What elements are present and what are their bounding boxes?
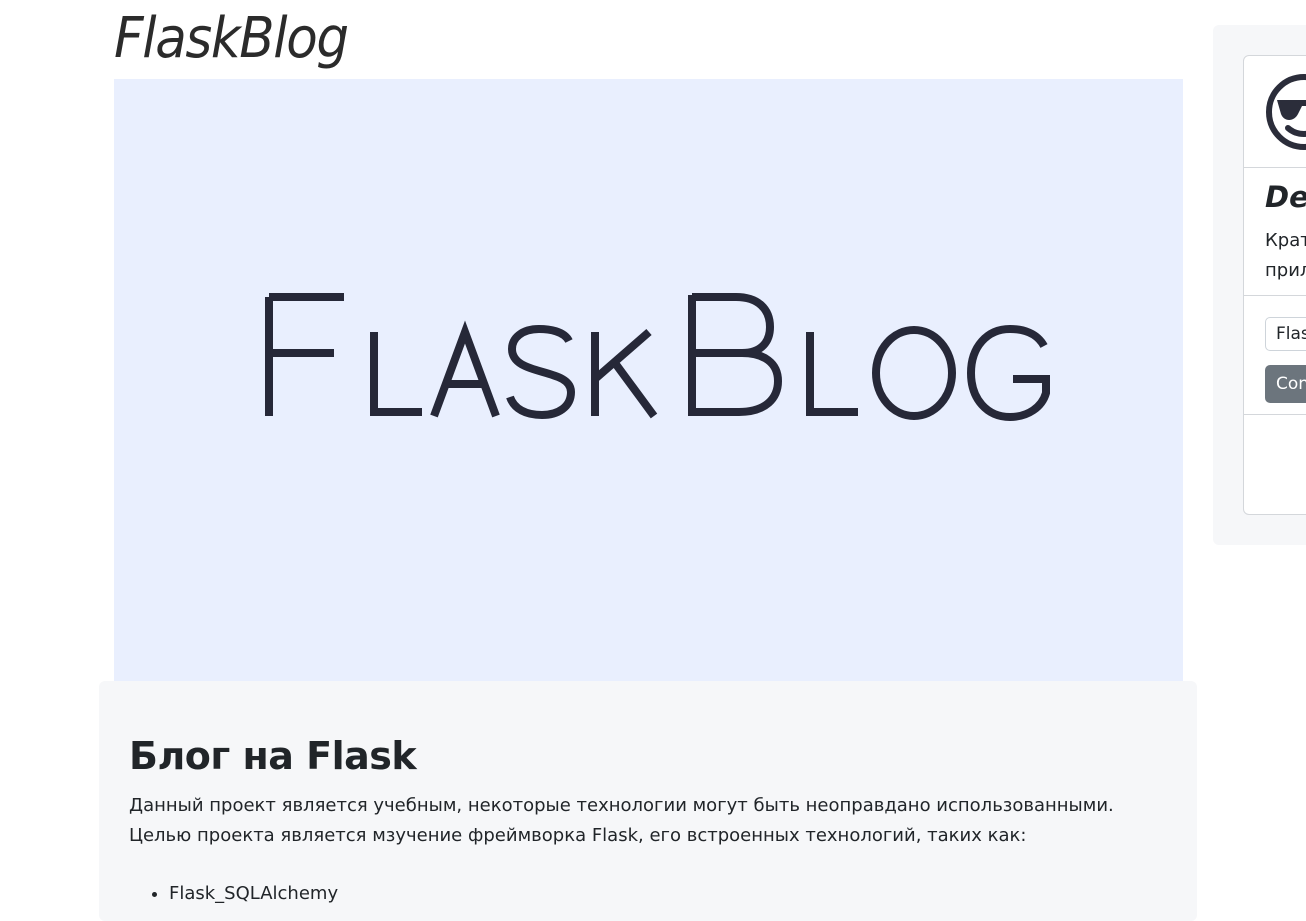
banner-image (114, 79, 1183, 681)
site-title[interactable]: FlaskBlog (114, 4, 349, 74)
list-item: Flask_SQLAlchemy (169, 879, 338, 909)
avatar (1244, 56, 1306, 168)
content-card: Блог на Flask Данный проект является уче… (99, 681, 1197, 921)
search-button[interactable]: Con (1265, 365, 1306, 403)
divider (1244, 414, 1306, 415)
intro-text: Данный проект является учебным, некоторы… (129, 795, 1114, 846)
card-heading: Des (1265, 180, 1306, 214)
sidebar: Des Крат прил Con (1213, 25, 1306, 545)
card-description-line: Крат (1265, 230, 1306, 251)
card-description-line: прил (1265, 260, 1306, 281)
tech-list: Flask_SQLAlchemy (169, 879, 338, 909)
card-description: Крат прил (1265, 226, 1306, 286)
flaskblog-logo (265, 293, 1050, 422)
sunglasses-smiley-icon (1266, 74, 1306, 150)
profile-card: Des Крат прил Con (1243, 55, 1306, 515)
search-input[interactable] (1265, 317, 1306, 351)
divider (1244, 295, 1306, 296)
page-title: Блог на Flask (129, 734, 417, 778)
